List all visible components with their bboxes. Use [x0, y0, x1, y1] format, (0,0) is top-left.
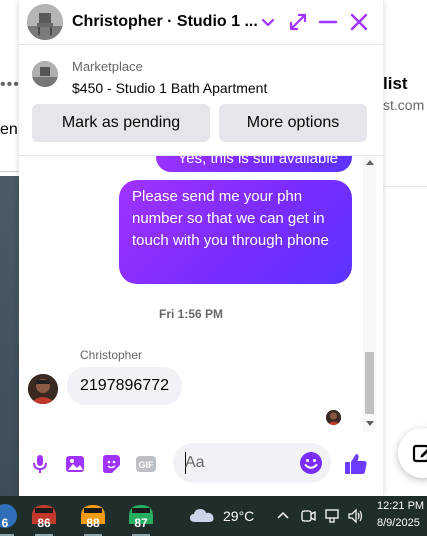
chevron-down-icon[interactable]: [257, 11, 279, 33]
minimize-icon[interactable]: [317, 11, 339, 33]
listing-photo-icon: [32, 61, 58, 87]
app-badge: 6: [1, 516, 9, 530]
listing-photo-icon: [27, 4, 63, 40]
thumbs-up-icon[interactable]: [343, 451, 369, 477]
meet-icon[interactable]: [300, 508, 316, 524]
network-icon[interactable]: [324, 508, 340, 524]
incoming-message[interactable]: 2197896772: [67, 367, 182, 405]
message-input[interactable]: [185, 453, 295, 473]
background-left-strip: ••• en: [0, 0, 19, 496]
chat-header: Christopher · Studio 1 ...: [19, 0, 383, 45]
divider: [0, 171, 19, 172]
weather-temperature[interactable]: 29°C: [223, 508, 254, 524]
message-timestamp: Fri 1:56 PM: [158, 307, 224, 321]
taskbar-app[interactable]: 6: [0, 500, 22, 536]
emoji-icon[interactable]: [299, 451, 323, 475]
photo-icon[interactable]: [64, 453, 86, 475]
close-icon[interactable]: [348, 11, 370, 33]
sender-name: Christopher: [80, 348, 143, 362]
seen-indicator: [326, 410, 341, 425]
background-left-text: en: [0, 121, 18, 138]
app-badge: 87: [134, 516, 148, 530]
conversation-title[interactable]: Christopher · Studio 1 ...: [72, 13, 258, 31]
outgoing-message[interactable]: Please send me your phn number so that w…: [119, 180, 352, 284]
more-options-button[interactable]: More options: [219, 104, 367, 142]
listing-kind: Marketplace: [72, 59, 143, 74]
sender-avatar[interactable]: [28, 374, 58, 404]
scroll-down-arrow[interactable]: [366, 421, 374, 426]
app-badge: 86: [37, 516, 51, 530]
chat-window: Christopher · Studio 1 ... Marketplace $…: [19, 0, 383, 496]
conversation-avatar[interactable]: [27, 4, 63, 40]
app-badge: 88: [86, 516, 100, 530]
listing-title[interactable]: $450 - Studio 1 Bath Apartment: [72, 80, 267, 96]
divider: [383, 186, 427, 187]
cloud-icon[interactable]: [189, 506, 215, 524]
message-scrollbar[interactable]: [363, 156, 376, 432]
gif-icon[interactable]: GIF: [135, 453, 157, 475]
microphone-icon[interactable]: [29, 453, 51, 475]
message-input-box[interactable]: [173, 443, 331, 483]
taskbar-app[interactable]: 86: [27, 500, 61, 536]
more-dots[interactable]: •••: [0, 76, 20, 94]
volume-icon[interactable]: [347, 508, 363, 524]
taskbar-app[interactable]: 87: [124, 500, 158, 536]
scroll-up-arrow[interactable]: [366, 160, 374, 165]
expand-icon[interactable]: [287, 11, 309, 33]
svg-text:GIF: GIF: [139, 460, 155, 470]
background-image: [0, 176, 19, 496]
background-right-subtitle: st.com: [383, 97, 425, 113]
scroll-thumb[interactable]: [365, 352, 374, 414]
person-avatar-icon: [28, 374, 58, 404]
taskbar-app[interactable]: 88: [76, 500, 110, 536]
clock-time[interactable]: 12:21 PM: [377, 500, 424, 512]
sticker-icon[interactable]: [100, 453, 122, 475]
outgoing-message[interactable]: Yes, this is still available: [156, 156, 352, 172]
message-composer: GIF: [19, 432, 383, 496]
taskbar: 6 86 88 87 29°C 12:21 PM 8/9/2025: [0, 496, 427, 536]
mark-as-pending-button[interactable]: Mark as pending: [32, 104, 210, 142]
person-avatar-icon: [326, 410, 341, 425]
chevron-up-icon[interactable]: [275, 508, 291, 524]
compose-icon: [412, 444, 427, 463]
clock-date[interactable]: 8/9/2025: [377, 517, 420, 529]
listing-thumbnail[interactable]: [32, 61, 58, 87]
background-right-title: list: [383, 74, 408, 93]
message-list: Yes, this is still available Please send…: [19, 156, 383, 432]
